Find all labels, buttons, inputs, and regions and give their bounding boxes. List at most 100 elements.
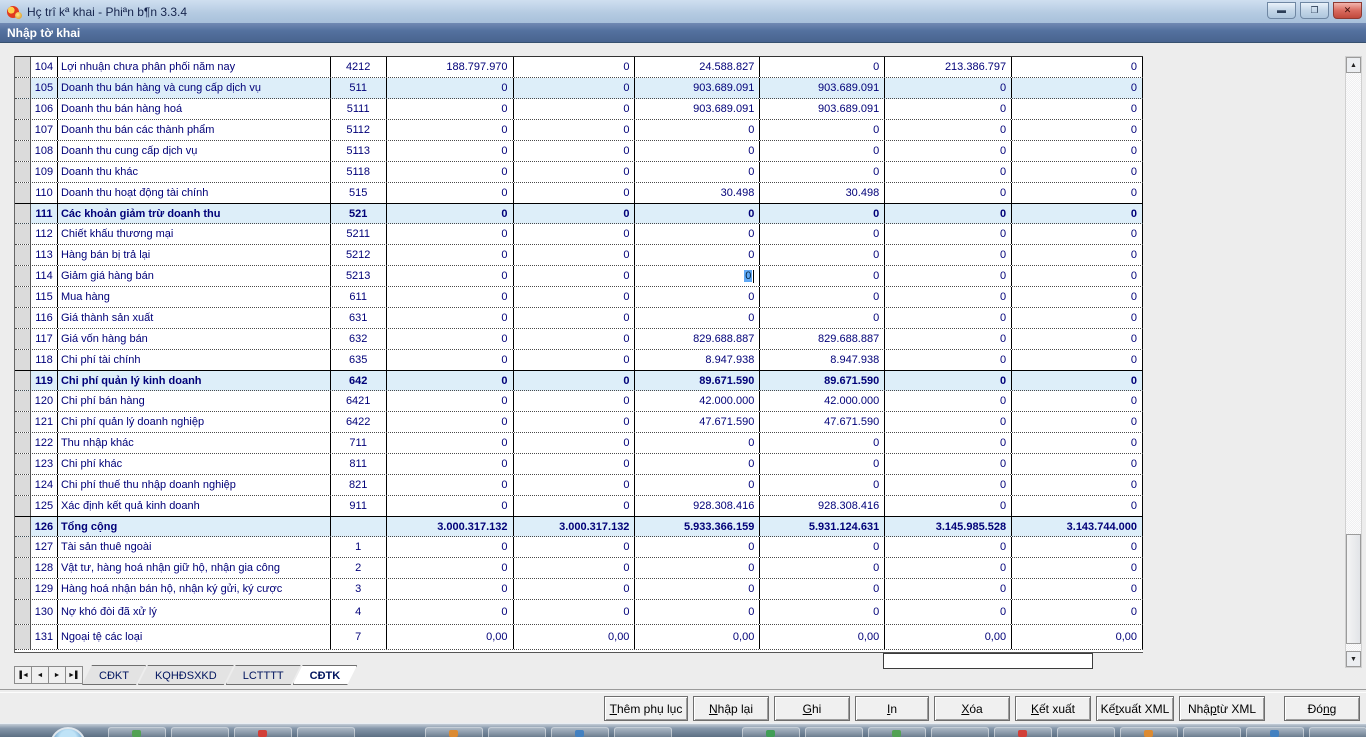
value-cell[interactable]: 0 [885, 204, 1012, 223]
scroll-down-button[interactable]: ▼ [1346, 651, 1361, 667]
value-cell[interactable]: 0,00 [1012, 625, 1143, 649]
value-cell[interactable]: 0 [514, 308, 636, 328]
vertical-scrollbar[interactable]: ▲ ▼ [1345, 56, 1362, 668]
value-cell[interactable]: 0 [885, 99, 1012, 119]
value-cell[interactable]: 903.689.091 [760, 99, 885, 119]
row-selector[interactable] [15, 496, 31, 516]
value-cell[interactable]: 0 [514, 579, 636, 599]
ket-xuat-xml-button[interactable]: Kết xuất XML [1096, 696, 1174, 721]
row-selector[interactable] [15, 517, 31, 536]
value-cell[interactable]: 0 [885, 183, 1012, 203]
prev-sheet-button[interactable]: ◄ [31, 666, 49, 684]
value-cell[interactable]: 0 [760, 537, 885, 557]
value-cell[interactable]: 928.308.416 [760, 496, 885, 516]
row-selector[interactable] [15, 120, 31, 140]
value-cell[interactable]: 0 [387, 579, 514, 599]
value-cell[interactable]: 0 [635, 141, 760, 161]
value-cell[interactable]: 0 [635, 120, 760, 140]
value-cell[interactable]: 0 [885, 245, 1012, 265]
them-phu-luc-button[interactable]: Thêm phụ lục [604, 696, 688, 721]
row-selector[interactable] [15, 433, 31, 453]
value-cell[interactable]: 0 [635, 162, 760, 182]
value-cell[interactable]: 188.797.970 [387, 57, 514, 77]
value-cell[interactable]: 0 [760, 308, 885, 328]
value-cell[interactable]: 0 [635, 308, 760, 328]
tab-cdtk[interactable]: CĐTK [293, 665, 358, 685]
value-cell[interactable]: 0 [760, 57, 885, 77]
value-cell[interactable]: 0,00 [885, 625, 1012, 649]
restore-button[interactable]: ❐ [1300, 2, 1329, 19]
value-cell[interactable]: 3.145.985.528 [885, 517, 1012, 536]
value-cell[interactable]: 903.689.091 [760, 78, 885, 98]
value-cell[interactable]: 0 [1012, 287, 1143, 307]
value-cell[interactable]: 0 [514, 162, 636, 182]
next-sheet-button[interactable]: ► [48, 666, 66, 684]
value-cell[interactable]: 0 [885, 600, 1012, 624]
value-cell[interactable]: 0 [387, 162, 514, 182]
tab-cdkt[interactable]: CĐKT [82, 665, 146, 685]
value-cell[interactable]: 0 [514, 266, 636, 286]
value-cell[interactable]: 0 [514, 141, 636, 161]
value-cell[interactable]: 0 [387, 558, 514, 578]
row-selector[interactable] [15, 266, 31, 286]
last-sheet-button[interactable]: ►▌ [65, 666, 83, 684]
value-cell[interactable]: 0 [1012, 412, 1143, 432]
value-cell[interactable]: 0 [387, 78, 514, 98]
value-cell[interactable]: 0 [760, 141, 885, 161]
row-selector[interactable] [15, 350, 31, 370]
value-cell[interactable]: 3.000.317.132 [514, 517, 636, 536]
value-cell[interactable]: 0 [514, 371, 636, 390]
value-cell[interactable]: 5.933.366.159 [635, 517, 760, 536]
value-cell[interactable]: 24.588.827 [635, 57, 760, 77]
value-cell[interactable]: 0 [387, 99, 514, 119]
value-cell[interactable]: 0 [514, 120, 636, 140]
value-cell[interactable]: 0 [1012, 308, 1143, 328]
value-cell[interactable]: 0 [514, 475, 636, 495]
value-cell[interactable]: 0 [1012, 204, 1143, 223]
value-cell[interactable]: 0 [760, 245, 885, 265]
row-selector[interactable] [15, 558, 31, 578]
value-cell[interactable]: 0 [760, 475, 885, 495]
value-cell[interactable]: 928.308.416 [635, 496, 760, 516]
row-selector[interactable] [15, 537, 31, 557]
value-cell[interactable]: 0 [387, 266, 514, 286]
value-cell[interactable]: 0 [635, 475, 760, 495]
value-cell[interactable]: 0 [514, 204, 636, 223]
row-selector[interactable] [15, 625, 31, 649]
value-cell[interactable]: 0 [387, 412, 514, 432]
value-cell[interactable]: 0 [514, 412, 636, 432]
value-cell[interactable]: 0 [1012, 371, 1143, 390]
value-cell[interactable]: 0 [387, 475, 514, 495]
value-cell[interactable]: 0,00 [760, 625, 885, 649]
value-cell[interactable]: 0 [514, 391, 636, 411]
value-cell[interactable]: 0 [387, 433, 514, 453]
value-cell[interactable]: 0 [1012, 120, 1143, 140]
value-cell[interactable]: 89.671.590 [635, 371, 760, 390]
value-cell[interactable]: 0 [514, 454, 636, 474]
value-cell[interactable]: 0 [514, 78, 636, 98]
value-cell[interactable]: 3.000.317.132 [387, 517, 514, 536]
value-cell[interactable]: 0,00 [635, 625, 760, 649]
value-cell[interactable]: 0 [635, 600, 760, 624]
value-cell[interactable]: 0 [514, 537, 636, 557]
value-cell[interactable]: 0 [1012, 266, 1143, 286]
value-cell[interactable]: 0 [760, 162, 885, 182]
value-cell[interactable]: 0 [387, 245, 514, 265]
row-selector[interactable] [15, 245, 31, 265]
value-cell[interactable]: 0 [885, 308, 1012, 328]
first-sheet-button[interactable]: ▐◄ [14, 666, 32, 684]
value-cell[interactable]: 0 [635, 537, 760, 557]
value-cell[interactable]: 0 [514, 329, 636, 349]
value-cell[interactable]: 0 [635, 224, 760, 244]
close-button[interactable]: ✕ [1333, 2, 1362, 19]
value-cell[interactable]: 3.143.744.000 [1012, 517, 1143, 536]
value-cell[interactable]: 0 [514, 433, 636, 453]
value-cell[interactable]: 0 [1012, 579, 1143, 599]
row-selector[interactable] [15, 454, 31, 474]
row-selector[interactable] [15, 579, 31, 599]
value-cell[interactable]: 0 [635, 204, 760, 223]
value-cell[interactable]: 0 [387, 183, 514, 203]
value-cell[interactable]: 0 [635, 579, 760, 599]
value-cell[interactable]: 42.000.000 [760, 391, 885, 411]
value-cell[interactable]: 0 [1012, 99, 1143, 119]
